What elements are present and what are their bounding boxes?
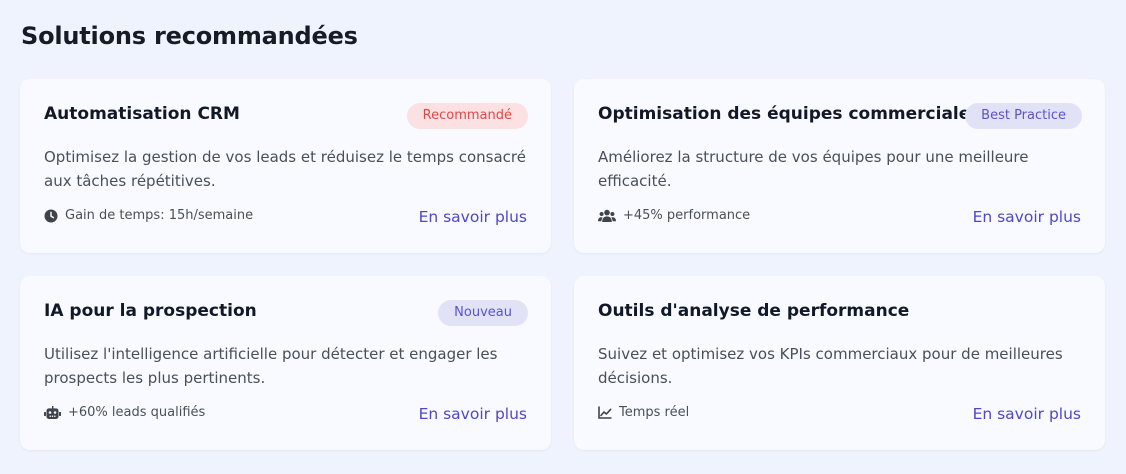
card-description: Utilisez l'intelligence artificielle pou… bbox=[44, 345, 498, 387]
solution-card-ai-prospecting: IA pour la prospection Nouveau Utilisez … bbox=[20, 276, 551, 450]
solution-card-sales-team-optimization: Optimisation des équipes commerciales Be… bbox=[574, 79, 1105, 253]
card-description: Suivez et optimisez vos KPIs commerciaux… bbox=[598, 345, 1063, 387]
card-description: Optimisez la gestion de vos leads et réd… bbox=[44, 148, 526, 190]
meta-text: +45% performance bbox=[623, 208, 751, 223]
users-icon bbox=[598, 209, 616, 223]
clock-icon bbox=[44, 209, 58, 223]
learn-more-link[interactable]: En savoir plus bbox=[419, 405, 527, 423]
solutions-grid: Automatisation CRM Recommandé Optimisez … bbox=[20, 79, 1105, 450]
meta-text: +60% leads qualifiés bbox=[68, 405, 206, 420]
learn-more-link[interactable]: En savoir plus bbox=[419, 208, 527, 226]
card-description: Améliorez la structure de vos équipes po… bbox=[598, 148, 1029, 190]
solution-card-performance-analytics: Outils d'analyse de performance Suivez e… bbox=[574, 276, 1105, 450]
recommended-badge: Recommandé bbox=[406, 103, 528, 129]
card-meta: +45% performance bbox=[598, 208, 750, 223]
solution-card-crm-automation: Automatisation CRM Recommandé Optimisez … bbox=[20, 79, 551, 253]
card-title: Automatisation CRM bbox=[44, 104, 240, 124]
learn-more-link[interactable]: En savoir plus bbox=[973, 405, 1081, 423]
card-meta: +60% leads qualifiés bbox=[44, 405, 205, 420]
card-meta: Gain de temps: 15h/semaine bbox=[44, 208, 253, 223]
meta-text: Gain de temps: 15h/semaine bbox=[65, 208, 254, 223]
best-practice-badge: Best Practice bbox=[965, 103, 1082, 129]
recommended-solutions-section: Solutions recommandées Automatisation CR… bbox=[0, 0, 1126, 474]
card-title: Optimisation des équipes commerciales bbox=[598, 104, 981, 124]
section-title: Solutions recommandées bbox=[21, 22, 358, 50]
learn-more-link[interactable]: En savoir plus bbox=[973, 208, 1081, 226]
chart-line-icon bbox=[598, 406, 612, 419]
card-title: IA pour la prospection bbox=[44, 301, 257, 321]
robot-icon bbox=[44, 405, 61, 420]
card-title: Outils d'analyse de performance bbox=[598, 301, 910, 321]
meta-text: Temps réel bbox=[619, 405, 690, 420]
card-meta: Temps réel bbox=[598, 405, 689, 420]
new-badge: Nouveau bbox=[438, 300, 528, 326]
